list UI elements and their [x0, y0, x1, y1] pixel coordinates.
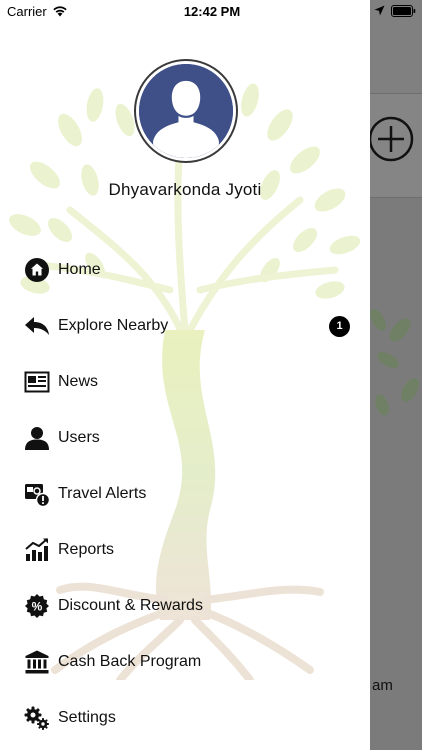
location-arrow-icon — [374, 5, 385, 16]
menu-item-home[interactable]: Home — [0, 242, 370, 298]
gears-icon — [24, 705, 50, 731]
menu-item-cash-back-program[interactable]: Cash Back Program — [0, 634, 370, 690]
menu-item-users[interactable]: Users — [0, 410, 370, 466]
home-icon — [24, 257, 50, 283]
menu-item-label: Settings — [58, 709, 116, 726]
menu-item-news[interactable]: News — [0, 354, 370, 410]
menu-item-label: News — [58, 373, 99, 390]
menu-item-label: Cash Back Program — [58, 653, 202, 670]
plus-circle-icon[interactable] — [367, 115, 415, 163]
menu-item-discount-rewards[interactable]: % Discount & Rewards — [0, 578, 370, 634]
menu-item-label: Reports — [58, 541, 115, 558]
user-icon — [24, 425, 50, 451]
menu-item-travel-alerts[interactable]: Travel Alerts — [0, 466, 370, 522]
newspaper-icon — [24, 369, 50, 395]
svg-text:%: % — [32, 600, 43, 614]
notification-badge: 1 — [329, 315, 350, 337]
status-time: 12:42 PM — [183, 4, 241, 19]
bar-chart-icon — [24, 537, 50, 563]
avatar[interactable] — [136, 61, 236, 161]
menu-item-label: Home — [58, 261, 101, 278]
menu-item-reports[interactable]: Reports — [0, 522, 370, 578]
status-bar: Carrier 12:42 PM — [0, 0, 422, 22]
side-drawer: Dhyavarkonda Jyoti Home Explore Nearby 1 — [0, 0, 370, 750]
menu-item-explore-nearby[interactable]: Explore Nearby 1 — [0, 298, 370, 354]
menu-item-settings[interactable]: Settings — [0, 690, 370, 746]
user-name: Dhyavarkonda Jyoti — [108, 180, 262, 199]
menu-item-label: Users — [58, 429, 100, 446]
user-silhouette-icon — [139, 64, 233, 158]
battery-full-icon — [391, 5, 416, 17]
menu-item-label: Explore Nearby — [58, 317, 169, 334]
underlay-partial-text: am — [372, 677, 393, 694]
bank-icon — [24, 649, 50, 675]
reply-arrow-icon — [24, 313, 50, 339]
menu-item-label: Discount & Rewards — [58, 597, 203, 614]
menu-item-label: Travel Alerts — [58, 485, 147, 502]
percent-badge-icon: % — [24, 593, 50, 619]
travel-alert-icon — [24, 481, 50, 507]
underlay-leaf-illustration — [370, 309, 419, 416]
